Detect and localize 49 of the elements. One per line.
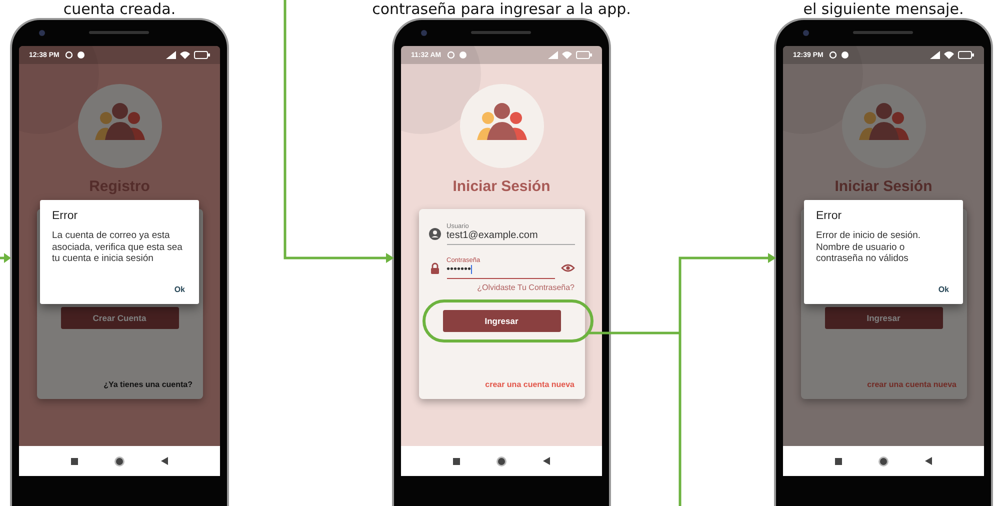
home-icon[interactable] bbox=[878, 456, 889, 466]
screen-title: Iniciar Sesión bbox=[834, 178, 932, 195]
recents-icon[interactable] bbox=[835, 458, 842, 464]
home-icon[interactable] bbox=[496, 456, 507, 466]
connector-arrow bbox=[0, 253, 11, 263]
people-logo-icon bbox=[842, 84, 926, 168]
caption-text: cuenta creada. bbox=[63, 0, 176, 18]
dialog-title: Error bbox=[816, 210, 843, 222]
account-link[interactable]: ¿Ya tienes una cuenta? bbox=[104, 380, 192, 389]
submit-button[interactable]: Ingresar bbox=[442, 310, 560, 332]
speaker-grille bbox=[89, 31, 149, 34]
forgot-password-link[interactable]: ¿Olvidaste Tu Contraseña? bbox=[477, 283, 574, 292]
submit-button[interactable]: Ingresar bbox=[824, 307, 942, 329]
account-link[interactable]: crear una cuenta nueva bbox=[485, 380, 574, 389]
screen-title: Iniciar Sesión bbox=[452, 178, 550, 195]
caption-text: el siguiente mensaje. bbox=[803, 0, 964, 18]
camera-icon bbox=[803, 30, 809, 36]
back-icon[interactable] bbox=[161, 457, 168, 465]
signal-icon bbox=[930, 51, 940, 59]
home-icon[interactable] bbox=[114, 456, 125, 466]
signal-icon bbox=[548, 51, 558, 59]
user-icon bbox=[428, 228, 440, 240]
ok-button[interactable]: Ok bbox=[936, 282, 951, 296]
speaker-grille bbox=[471, 31, 531, 34]
back-icon[interactable] bbox=[925, 457, 932, 465]
speaker-grille bbox=[853, 31, 913, 34]
battery-icon bbox=[194, 51, 210, 59]
caption-text: contraseña para ingresar a la app. bbox=[372, 0, 631, 18]
dialog-message: La cuenta de correo ya esta asociada, verifica que esta sea tu cuenta e inicia sesión bbox=[52, 230, 184, 264]
signal-icon bbox=[166, 51, 176, 59]
dialog-message: Error de inicio de sesión. Nombre de usuario o contraseña no válidos bbox=[816, 230, 922, 264]
people-logo-icon bbox=[78, 84, 162, 168]
back-icon[interactable] bbox=[543, 457, 550, 465]
camera-icon bbox=[39, 30, 45, 36]
battery-icon bbox=[958, 51, 974, 59]
account-link[interactable]: crear una cuenta nueva bbox=[867, 380, 956, 389]
eye-icon[interactable] bbox=[560, 263, 574, 273]
recents-icon[interactable] bbox=[71, 458, 78, 464]
submit-button[interactable]: Crear Cuenta bbox=[60, 307, 178, 329]
wifi-icon bbox=[562, 51, 572, 59]
ok-button[interactable]: Ok bbox=[172, 282, 187, 296]
dialog-title: Error bbox=[52, 210, 79, 222]
battery-icon bbox=[576, 51, 592, 59]
people-logo-icon bbox=[460, 84, 544, 168]
wifi-icon bbox=[180, 51, 190, 59]
wifi-icon bbox=[944, 51, 954, 59]
recents-icon[interactable] bbox=[453, 458, 460, 464]
lock-icon bbox=[428, 262, 440, 274]
camera-icon bbox=[421, 30, 427, 36]
